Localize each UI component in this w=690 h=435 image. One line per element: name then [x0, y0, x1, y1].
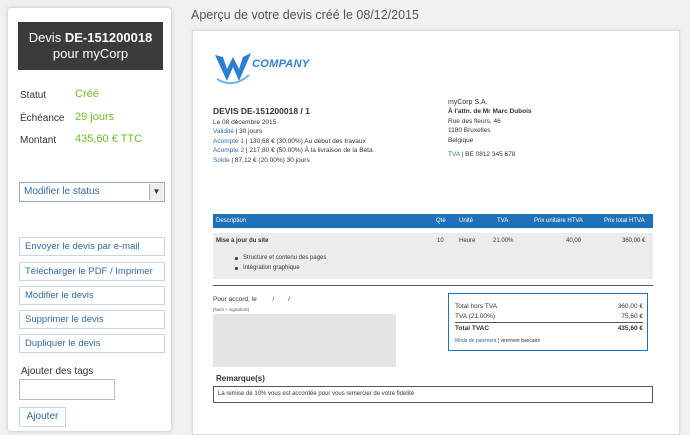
- quote-title: DEVIS DE-151200018 / 1: [213, 106, 310, 116]
- montant-value: 435,60 € TTC: [75, 133, 143, 145]
- duplicate-quote-button[interactable]: Dupliquer le devis: [19, 334, 165, 353]
- items-table-header: Description Qté Unité TVA Prix unitaire …: [213, 214, 653, 228]
- client-country: Belgique: [448, 136, 474, 144]
- remark-title: Remarque(s): [216, 374, 265, 383]
- total-htva-label: Total hors TVA: [455, 303, 498, 310]
- signature-box: [213, 314, 396, 367]
- client-tva-line: TVA | BE 0812 345 678: [448, 150, 598, 159]
- validite-value: | 30 jours: [233, 128, 263, 136]
- send-email-button[interactable]: Envoyer le devis par e-mail: [19, 237, 165, 256]
- remark-box: La remise de 10% vous est accordée pour …: [213, 386, 653, 403]
- status-select-value: Modifier le status: [24, 186, 100, 197]
- validite-line: Validité | 30 jours: [213, 127, 413, 136]
- quote-header-box: Devis DE-151200018 pour myCorp: [18, 22, 163, 70]
- echeance-label: Échéance: [20, 113, 65, 124]
- col-unit-price: Prix unitaire HTVA: [534, 218, 583, 224]
- montant-label: Montant: [20, 135, 57, 146]
- header-client: pour myCorp: [52, 46, 129, 61]
- client-name: myCorp S.A.: [448, 99, 488, 106]
- statut-value: Créé: [75, 88, 99, 100]
- col-qty: Qté: [436, 218, 446, 224]
- totals-box: Total hors TVA 360,00 € TVA (21.00%) 75,…: [448, 293, 648, 351]
- total-htva-value: 360,00 €: [617, 303, 643, 310]
- totals-separator: [455, 322, 643, 323]
- row-total: 360,00 €: [622, 238, 646, 244]
- status-select[interactable]: Modifier le status ▼: [19, 182, 165, 202]
- statut-label: Statut: [20, 90, 47, 101]
- row-unit: Heure: [459, 238, 476, 244]
- delete-quote-button[interactable]: Supprimer le devis: [19, 310, 165, 329]
- total-tvac-label: Total TVAC: [455, 325, 490, 332]
- accord-sub: (Nom + signature): [213, 307, 250, 312]
- edit-quote-button[interactable]: Modifier le devis: [19, 286, 165, 305]
- client-street: Rue des fleurs, 46: [448, 117, 501, 125]
- quote-info: DEVIS DE-151200018 / 1 Le 08 décembre 20…: [213, 106, 413, 165]
- accord-slash-2: /: [288, 296, 290, 303]
- acompte2-label: Acompte 2: [213, 147, 245, 155]
- header-quote-number: DE-151200018: [64, 30, 153, 45]
- col-unit: Unité: [459, 218, 474, 224]
- acompte2-value: | 217,80 € (50.00%) À la livraison de la…: [244, 147, 373, 155]
- echeance-value: 29 jours: [75, 111, 115, 123]
- row-tva: 21.00%: [493, 238, 514, 244]
- accord-label: Pour accord, le: [213, 296, 257, 303]
- validite-label: Validité: [213, 128, 234, 136]
- company-logo: COMPANY: [213, 49, 321, 89]
- acompte1-value: | 130,68 € (30.00%) Au début des travaux: [244, 137, 366, 145]
- download-pdf-button[interactable]: Télécharger le PDF / Imprimer: [19, 262, 165, 281]
- header-prefix: Devis: [28, 30, 62, 45]
- tags-input[interactable]: [19, 379, 115, 400]
- acompte2-line: Acompte 2 | 217,80 € (50.00%) À la livra…: [213, 146, 413, 155]
- bullet-icon: [235, 257, 238, 260]
- payment-label: Mode de paiement: [455, 338, 497, 344]
- row-bullet-1: Structure et contenu des pages: [243, 255, 327, 261]
- tva-label: TVA (21.00%): [455, 313, 495, 320]
- solde-label: Solde: [213, 156, 230, 164]
- row-unit-price: 40,00: [566, 238, 582, 244]
- client-tva-value: | BE 0812 345 678: [459, 151, 516, 159]
- client-address: myCorp S.A. À l'attn. de Mr Marc Dubois …: [448, 98, 598, 159]
- payment-value: | virement bancaire: [496, 338, 541, 344]
- quote-date: Le 08 décembre 2015: [213, 119, 277, 126]
- accord-slash-1: /: [272, 296, 275, 303]
- divider: [213, 285, 653, 286]
- bullet-icon: [235, 267, 238, 270]
- chevron-down-icon: ▼: [149, 184, 163, 200]
- client-city: 1180 Bruxelles: [448, 127, 491, 135]
- quote-sidebar: Devis DE-151200018 pour myCorp Statut Cr…: [7, 7, 172, 432]
- solde-value: | 87,12 € (20.00%) 30 jours: [229, 156, 310, 164]
- logo-text: COMPANY: [252, 58, 310, 70]
- row-bullet-2: Intégration graphique: [243, 265, 300, 271]
- page-title: Aperçu de votre devis créé le 08/12/2015: [191, 8, 419, 22]
- col-description: Description: [216, 218, 247, 224]
- col-total: Prix total HTVA: [604, 218, 645, 224]
- company-logo-icon: [215, 53, 251, 85]
- solde-line: Solde | 87,12 € (20.00%) 30 jours: [213, 156, 413, 165]
- table-row: Mise à jour du site 10 Heure 21.00% 40,0…: [213, 233, 653, 279]
- row-description: Mise à jour du site: [216, 238, 269, 244]
- col-tva: TVA: [497, 218, 509, 224]
- acompte1-label: Acompte 1: [213, 137, 245, 145]
- accord-line: Pour accord, le / /: [213, 296, 290, 303]
- tags-label: Ajouter des tags: [21, 366, 94, 377]
- payment-line: Mode de paiement | virement bancaire: [455, 338, 540, 344]
- acompte1-line: Acompte 1 | 130,68 € (30.00%) Au début d…: [213, 137, 413, 146]
- quote-preview-document: COMPANY DEVIS DE-151200018 / 1 Le 08 déc…: [192, 30, 680, 435]
- client-attn: À l'attn. de Mr Marc Dubois: [448, 108, 532, 116]
- client-tva-label: TVA: [448, 151, 460, 159]
- row-qty: 10: [437, 238, 444, 244]
- add-tag-button[interactable]: Ajouter: [19, 407, 66, 427]
- total-tvac-value: 435,60 €: [617, 325, 643, 332]
- tva-value: 75,60 €: [621, 313, 643, 320]
